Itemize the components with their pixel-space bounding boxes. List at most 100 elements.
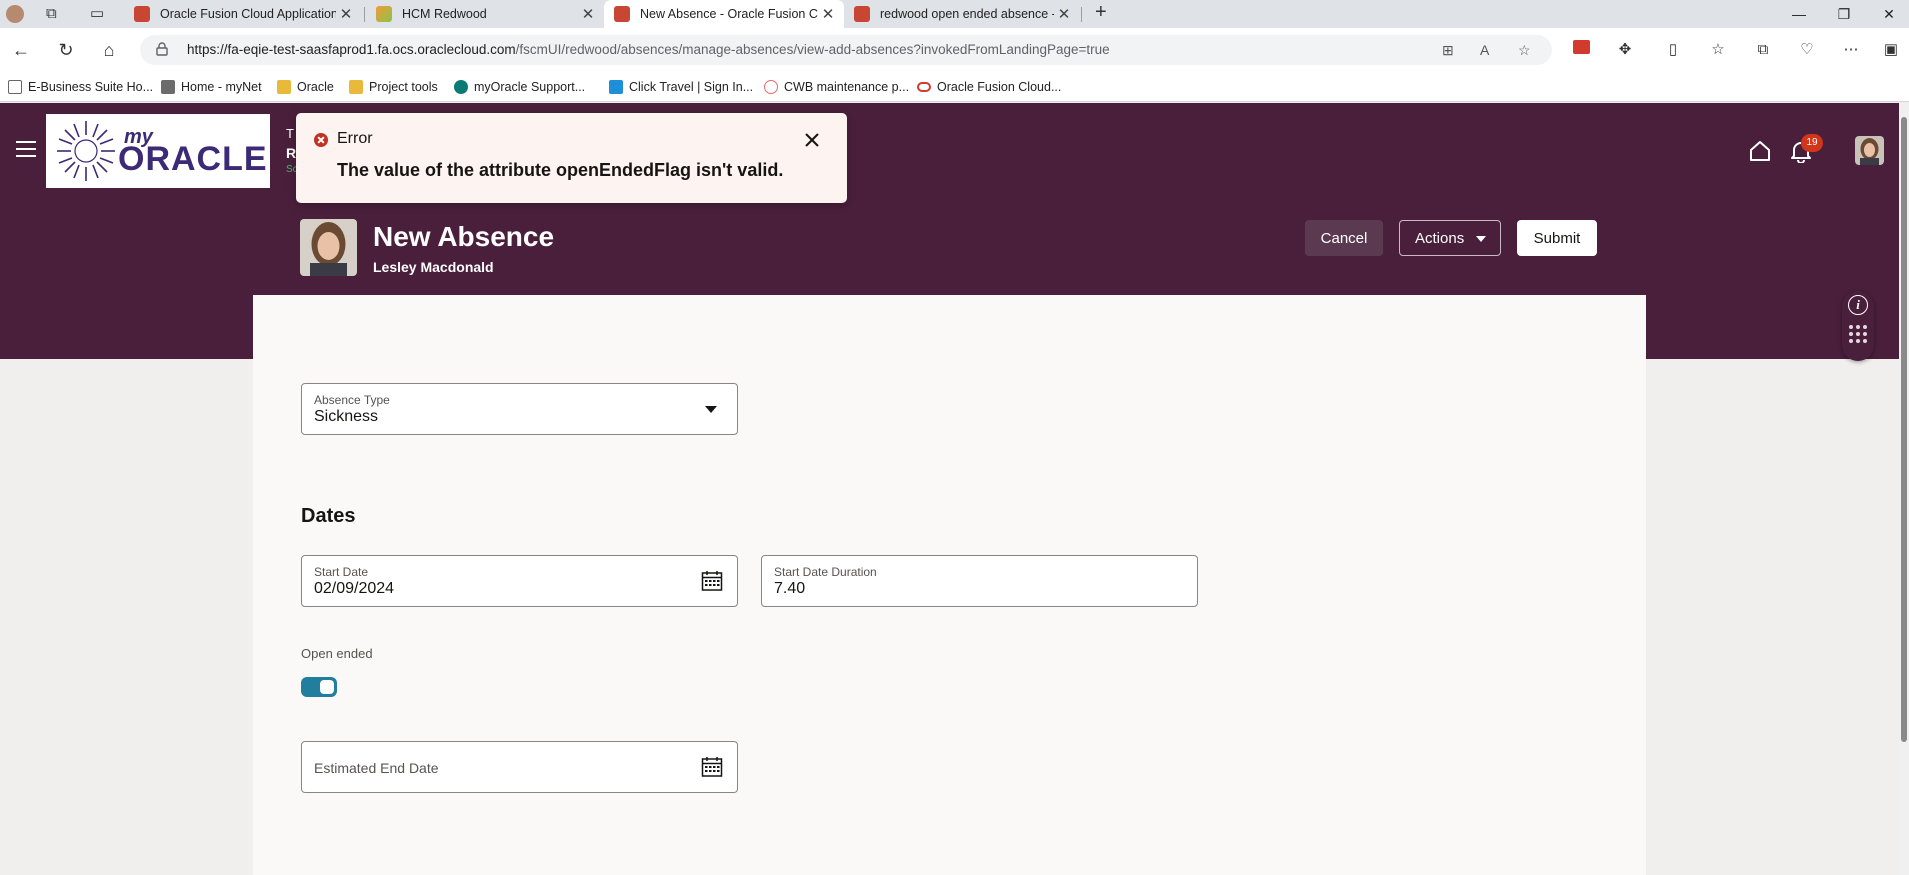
open-ended-label: Open ended xyxy=(301,646,373,661)
error-icon xyxy=(314,133,328,147)
profile-avatar-icon[interactable] xyxy=(6,5,24,23)
user-avatar[interactable] xyxy=(1855,136,1884,165)
favorites-icon[interactable]: ☆ xyxy=(1707,40,1729,60)
home-icon[interactable]: ⌂ xyxy=(96,38,122,62)
toggle-knob xyxy=(320,680,334,694)
close-tab-icon[interactable]: ✕ xyxy=(336,5,356,23)
bookmark-project-tools-folder[interactable]: Project tools xyxy=(349,78,438,96)
bookmark-label: Home - myNet xyxy=(181,80,262,94)
person-photo xyxy=(300,219,357,276)
mynet-icon xyxy=(161,80,175,94)
my-oracle-logo[interactable]: my ORACLE xyxy=(46,114,270,188)
field-label: Absence Type xyxy=(314,393,390,407)
tab-title: Oracle Fusion Cloud Applications xyxy=(160,7,336,21)
minimize-icon[interactable]: — xyxy=(1782,2,1816,26)
oracle-favicon-icon xyxy=(854,6,870,22)
read-aloud-icon[interactable]: A xyxy=(1480,42,1489,58)
browser-tab-2[interactable]: HCM Redwood ✕ xyxy=(366,0,604,28)
person-name: Lesley Macdonald xyxy=(373,259,494,275)
more-menu-icon[interactable]: ⋯ xyxy=(1840,40,1862,60)
error-message: The value of the attribute openEndedFlag… xyxy=(337,160,784,180)
lock-icon xyxy=(156,42,168,56)
notifications-badge: 19 xyxy=(1801,134,1823,152)
page-scrollbar[interactable] xyxy=(1899,103,1909,875)
open-ended-toggle[interactable] xyxy=(301,677,337,697)
bookmarks-bar: E-Business Suite Ho... Home - myNet Orac… xyxy=(0,72,1909,102)
start-date-field[interactable]: Start Date 02/09/2024 xyxy=(301,555,738,607)
logo-oracle-text: ORACLE xyxy=(118,140,268,178)
bookmark-label: Oracle Fusion Cloud... xyxy=(937,80,1062,94)
oracle-sunburst-icon xyxy=(57,121,115,181)
header-peek-text: T xyxy=(286,126,294,141)
home-icon[interactable] xyxy=(1747,139,1773,163)
field-value: Sickness xyxy=(314,408,379,425)
error-title: Error xyxy=(337,130,373,147)
sharepoint-icon xyxy=(454,80,468,94)
close-tab-icon[interactable]: ✕ xyxy=(818,5,838,23)
back-icon[interactable]: ← xyxy=(8,38,34,62)
bookmark-label: Project tools xyxy=(369,80,438,94)
split-screen-icon[interactable]: ▯ xyxy=(1662,40,1684,60)
hamburger-menu-icon[interactable] xyxy=(16,141,36,157)
refresh-icon[interactable]: ↻ xyxy=(53,38,79,62)
close-tab-icon[interactable]: ✕ xyxy=(578,5,598,23)
collections-icon[interactable]: ⧉ xyxy=(1752,40,1774,60)
bookmark-cwb[interactable]: CWB maintenance p... xyxy=(764,78,909,96)
bookmark-label: E-Business Suite Ho... xyxy=(28,80,154,94)
address-bar[interactable]: https://fa-eqie-test-saasfaprod1.fa.ocs.… xyxy=(140,35,1552,65)
oracle-favicon-icon xyxy=(134,6,150,22)
bookmark-ebs[interactable]: E-Business Suite Ho... xyxy=(8,78,153,96)
browser-essentials-icon[interactable]: ♡ xyxy=(1796,40,1818,60)
cwb-icon xyxy=(764,80,778,94)
extensions-icon[interactable]: ✥ xyxy=(1614,40,1636,60)
field-label: Start Date xyxy=(314,565,369,579)
bookmark-label: myOracle Support... xyxy=(474,80,586,94)
restore-icon[interactable]: ❐ xyxy=(1827,2,1861,26)
browser-tab-1[interactable]: Oracle Fusion Cloud Applications ✕ xyxy=(124,0,362,28)
new-tab-icon[interactable]: + xyxy=(1095,2,1107,22)
start-date-duration-field[interactable]: Start Date Duration 7.40 xyxy=(761,555,1198,607)
bookmark-myoracle-support[interactable]: myOracle Support... xyxy=(454,78,585,96)
cancel-button[interactable]: Cancel xyxy=(1305,220,1383,256)
bookmark-mynet[interactable]: Home - myNet xyxy=(161,78,262,96)
tab-title: redwood open ended absence - C xyxy=(880,7,1054,21)
browser-tab-3-active[interactable]: New Absence - Oracle Fusion Clo ✕ xyxy=(604,0,844,28)
calendar-icon[interactable] xyxy=(701,570,723,592)
info-icon[interactable]: i xyxy=(1848,295,1868,315)
close-window-icon[interactable]: ✕ xyxy=(1872,2,1906,26)
bookmark-label: Oracle xyxy=(297,80,334,94)
workspaces-icon[interactable]: ⧉ xyxy=(46,5,57,23)
absence-type-select[interactable]: Absence Type Sickness xyxy=(301,383,738,435)
hcm-favicon-icon xyxy=(376,6,392,22)
bookmark-click-travel[interactable]: Click Travel | Sign In... xyxy=(609,78,753,96)
oracle-icon xyxy=(917,82,931,92)
tab-actions-icon[interactable]: ▭ xyxy=(90,5,104,23)
folder-icon xyxy=(349,80,363,94)
field-value: 7.40 xyxy=(774,580,806,597)
bookmark-oracle-fusion[interactable]: Oracle Fusion Cloud... xyxy=(917,78,1061,96)
close-icon[interactable] xyxy=(801,129,823,151)
bookmark-label: CWB maintenance p... xyxy=(784,80,910,94)
app-available-icon[interactable]: ⊞ xyxy=(1442,42,1454,59)
estimated-end-date-field[interactable]: Estimated End Date xyxy=(301,741,738,793)
oracle-extension-icon[interactable] xyxy=(1570,40,1592,60)
oracle-favicon-icon xyxy=(614,6,630,22)
browser-tab-4[interactable]: redwood open ended absence - C ✕ xyxy=(844,0,1080,28)
submit-button[interactable]: Submit xyxy=(1517,220,1597,256)
side-help-widget: i xyxy=(1842,291,1874,361)
actions-label: Actions xyxy=(1415,229,1465,247)
close-tab-icon[interactable]: ✕ xyxy=(1054,5,1074,23)
calendar-icon[interactable] xyxy=(701,756,723,778)
bookmark-oracle-folder[interactable]: Oracle xyxy=(277,78,334,96)
chevron-down-icon xyxy=(1476,236,1486,242)
travel-icon xyxy=(609,80,623,94)
url-text: https://fa-eqie-test-saasfaprod1.fa.ocs.… xyxy=(187,42,1110,57)
actions-menu-button[interactable]: Actions xyxy=(1399,220,1501,256)
folder-icon xyxy=(277,80,291,94)
field-label: Start Date Duration xyxy=(774,565,877,579)
chevron-down-icon xyxy=(705,406,717,413)
sidebar-toggle-icon[interactable]: ▣ xyxy=(1880,40,1902,60)
grid-menu-icon[interactable] xyxy=(1849,325,1867,343)
dates-section-heading: Dates xyxy=(301,505,356,527)
favorite-star-icon[interactable]: ☆ xyxy=(1518,42,1531,59)
